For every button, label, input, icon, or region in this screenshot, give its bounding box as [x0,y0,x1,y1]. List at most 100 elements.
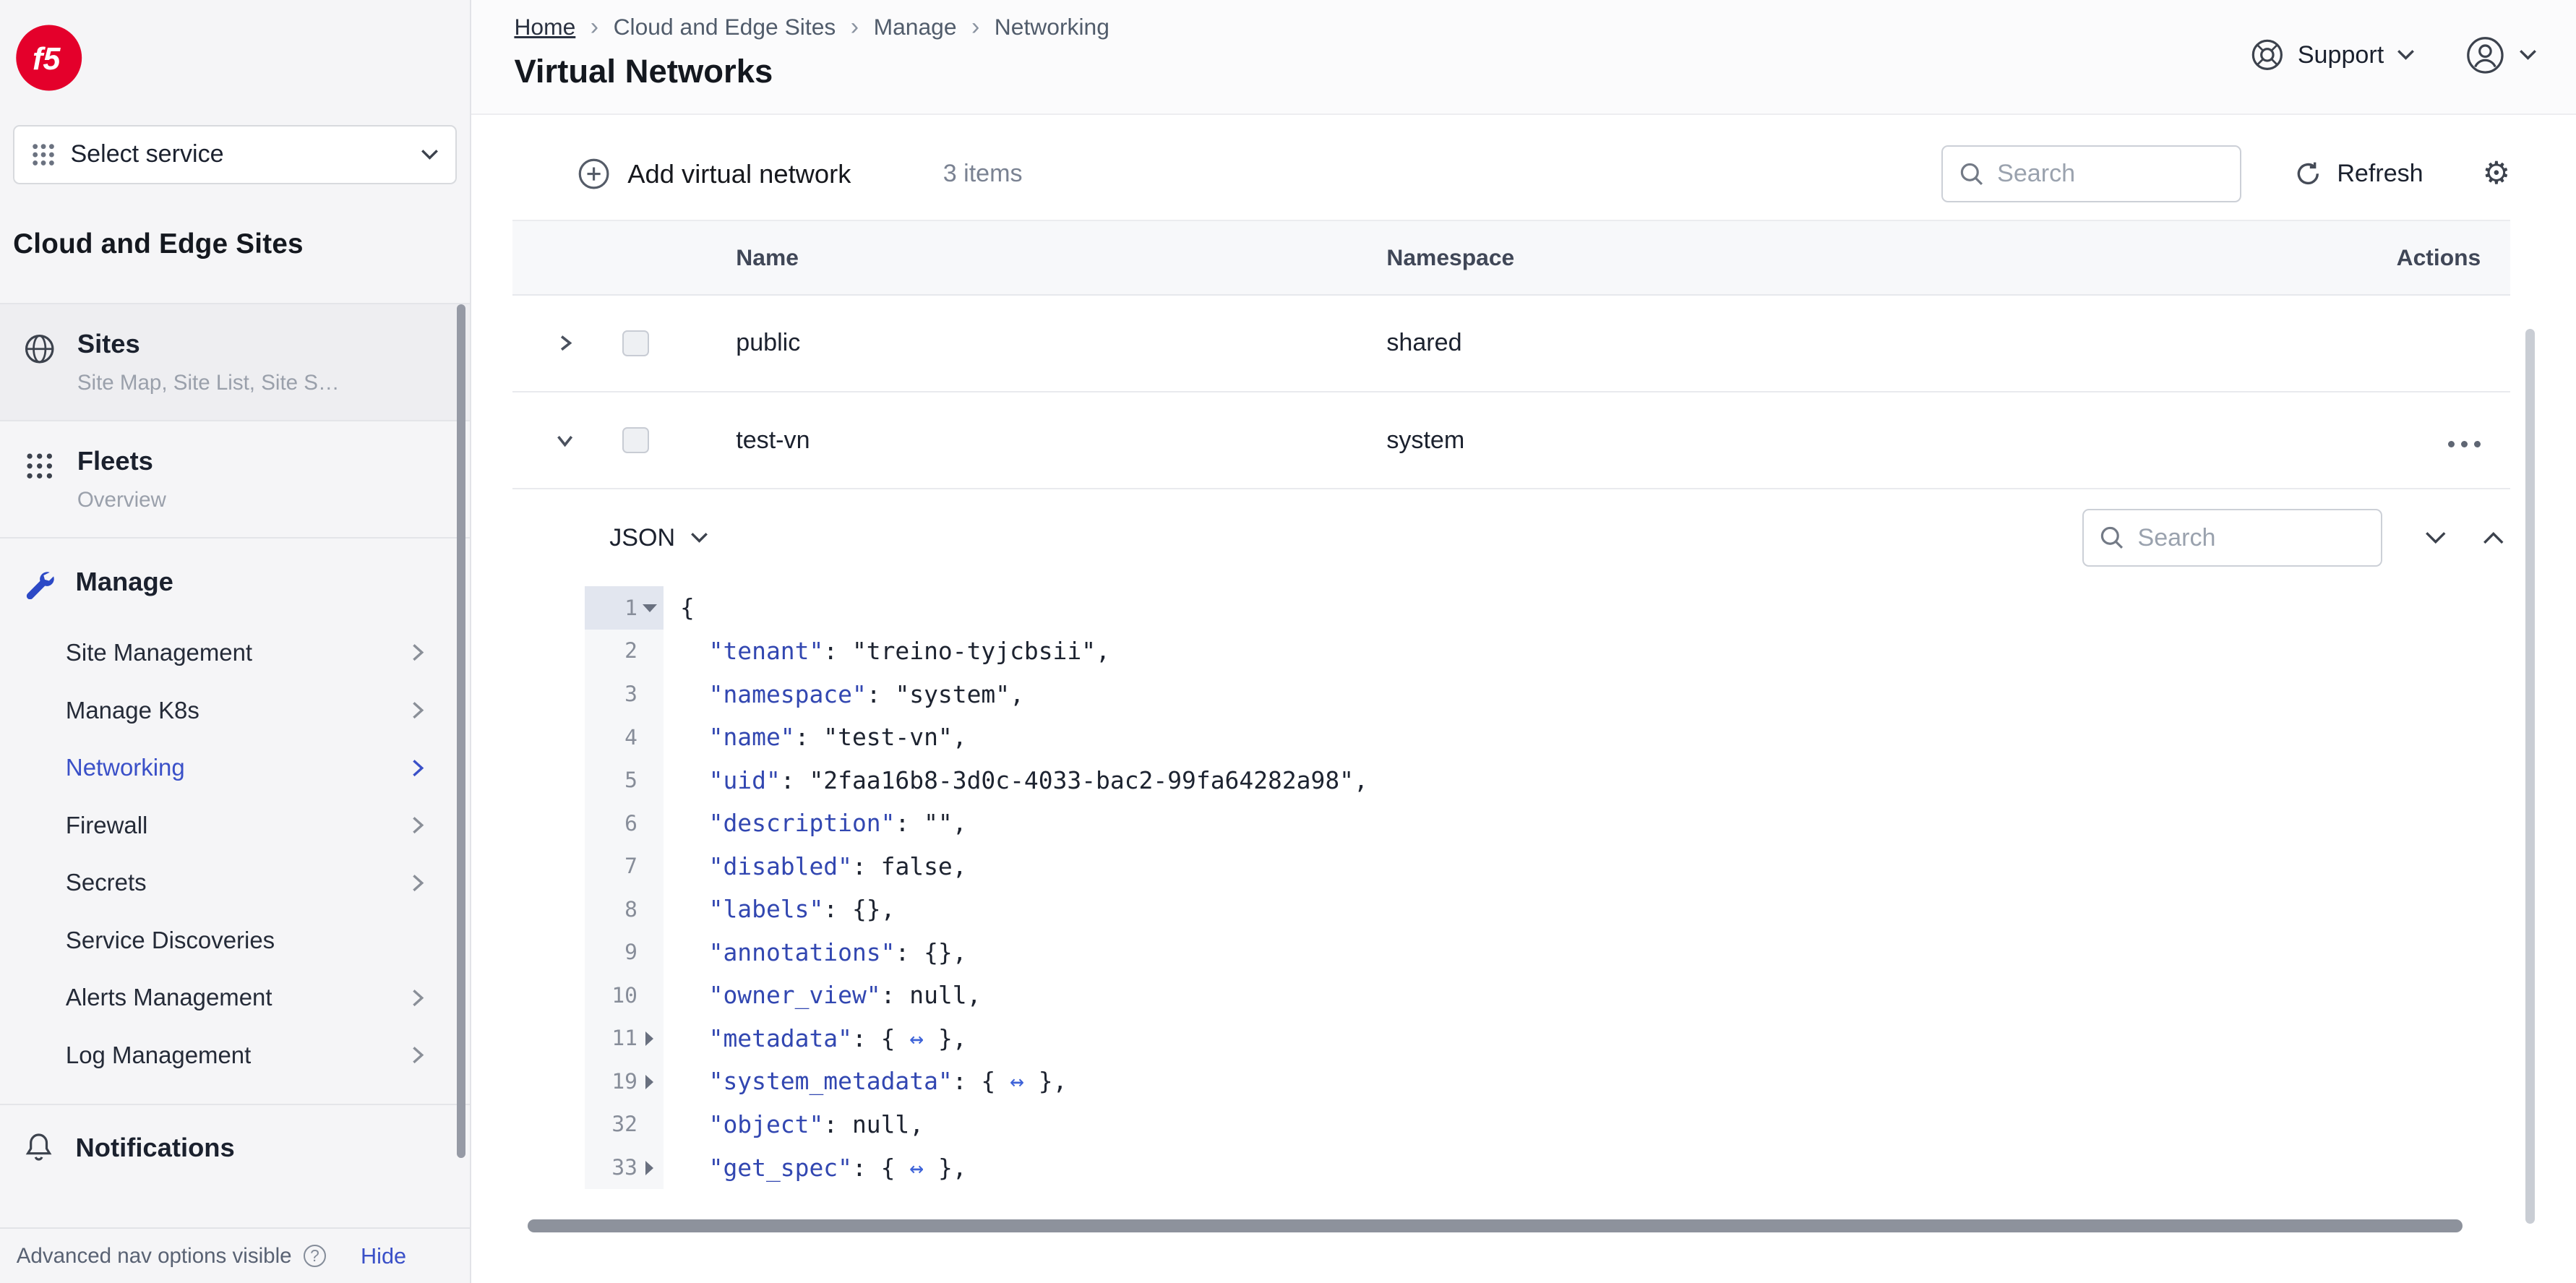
column-header-name[interactable]: Name [512,244,1386,271]
wrench-icon [26,572,54,600]
sidebar-item-networking[interactable]: Networking [0,739,470,797]
chevron-down-icon [2519,50,2536,61]
json-code[interactable]: 1{2 "tenant": "treino-tyjcbsii", 3 "names… [585,586,2510,1189]
fleets-icon [27,453,52,479]
sidebar-item-log-management[interactable]: Log Management [0,1026,470,1084]
line-number: 8 [624,896,637,922]
line-number: 33 [611,1155,637,1180]
expand-all-button[interactable] [2483,531,2504,544]
code-line-text: { [679,593,695,622]
sidebar-item-label: Sites [77,329,140,359]
line-number-gutter: 6 [585,801,664,845]
hide-link[interactable]: Hide [361,1243,406,1269]
sidebar-nav: Sites Site Map, Site List, Site S… Fleet… [0,303,471,1190]
expand-row-button[interactable] [525,333,604,353]
add-virtual-network-button[interactable]: Add virtual network [578,158,851,189]
code-line: 11 "metadata": { ↔ }, [585,1016,2510,1060]
sidebar-item-firewall[interactable]: Firewall [0,797,470,854]
sidebar-item-label: Service Discoveries [65,926,275,953]
sidebar-item-subtitle: Site Map, Site List, Site S… [77,371,340,395]
line-number-gutter: 2 [585,629,664,673]
code-line: 32 "object": null, [585,1102,2510,1146]
breadcrumb-item[interactable]: Manage [874,14,957,40]
header-controls: Support [2250,35,2537,76]
support-label: Support [2297,40,2384,69]
sidebar-item-site-management[interactable]: Site Management [0,624,470,682]
code-line-text: "system_metadata": { ↔ }, [708,1067,1068,1096]
refresh-button[interactable]: Refresh [2294,160,2423,188]
line-number-gutter: 10 [585,974,664,1017]
breadcrumb-item[interactable]: Cloud and Edge Sites [614,14,836,40]
search-icon [2101,526,2124,549]
code-line-text: "object": null, [708,1110,924,1138]
manage-submenu: Site Management Manage K8s Networking Firew… [0,621,470,1104]
sidebar-item-label: Notifications [75,1133,235,1163]
line-number-gutter[interactable]: 1 [585,586,664,630]
add-virtual-network-label: Add virtual network [627,158,851,189]
fold-toggle-icon[interactable] [643,1030,657,1047]
code-line-text: "annotations": {}, [708,937,967,966]
gear-icon[interactable]: ⚙ [2482,158,2510,189]
table-header: Name Namespace Actions [512,220,2511,296]
column-header-actions: Actions [2396,244,2481,271]
json-mode-selector[interactable]: JSON [609,524,708,552]
row-name[interactable]: test-vn [649,426,1387,455]
account-menu[interactable] [2465,35,2537,76]
json-mode-label: JSON [609,523,676,552]
collapse-all-button[interactable] [2425,531,2447,544]
sidebar-item-service-discoveries[interactable]: Service Discoveries [0,911,470,969]
search-input[interactable] [1997,160,2224,189]
chevron-right-icon [412,644,424,661]
row-actions-menu[interactable] [2447,434,2481,454]
plus-circle-icon [578,158,609,189]
sidebar-item-manage-k8s[interactable]: Manage K8s [0,682,470,739]
f5-logo[interactable]: f5 [14,22,470,98]
chevron-down-icon [690,533,708,544]
code-line-text: "disabled": false, [708,851,967,880]
row-name[interactable]: public [649,329,1387,357]
service-selector[interactable]: Select service [13,124,458,184]
sidebar-item-sites[interactable]: Sites Site Map, Site List, Site S… [0,303,471,421]
sidebar-section-title: Cloud and Edge Sites [13,228,304,259]
line-number-gutter[interactable]: 33 [585,1146,664,1189]
sidebar: f5 Select service Cloud and Edge Sites S… [0,0,472,1283]
line-number-gutter: 7 [585,844,664,888]
fold-toggle-icon[interactable] [643,1073,657,1090]
column-header-namespace[interactable]: Namespace [1386,244,2330,271]
row-checkbox[interactable] [622,426,649,454]
sidebar-item-manage[interactable]: Manage [0,537,471,621]
chevron-down-icon [2426,532,2446,544]
horizontal-scrollbar[interactable] [527,1219,2463,1232]
globe-icon [25,334,54,364]
line-number-gutter[interactable]: 11 [585,1016,664,1060]
sidebar-item-fleets[interactable]: Fleets Overview [0,420,471,537]
sidebar-scrollbar[interactable] [457,304,465,1159]
breadcrumb-item[interactable]: Home [514,14,575,40]
table-search [1941,145,2242,203]
sidebar-item-notifications[interactable]: Notifications [0,1103,471,1190]
collapse-row-button[interactable] [525,430,604,450]
fold-toggle-icon[interactable] [643,1159,657,1176]
code-line: 4 "name": "test-vn", [585,715,2510,759]
fold-toggle-icon[interactable] [642,600,657,617]
sidebar-item-alerts-management[interactable]: Alerts Management [0,969,470,1027]
help-circle-icon[interactable]: ? [303,1244,327,1268]
json-search-input[interactable] [2137,523,2365,552]
vertical-scrollbar[interactable] [2525,328,2536,1224]
support-menu[interactable]: Support [2250,38,2415,72]
table-row: test-vn system [512,392,2511,490]
code-line: 2 "tenant": "treino-tyjcbsii", [585,629,2510,673]
line-number-gutter[interactable]: 19 [585,1060,664,1103]
row-checkbox[interactable] [622,330,649,357]
code-line: 1{ [585,586,2510,630]
content-area: Add virtual network 3 items Re [471,115,2576,1190]
page-header: Home › Cloud and Edge Sites › Manage › Network… [471,0,2576,115]
breadcrumb-item[interactable]: Networking [995,14,1109,40]
sidebar-item-secrets[interactable]: Secrets [0,854,470,912]
line-number: 2 [624,638,637,664]
